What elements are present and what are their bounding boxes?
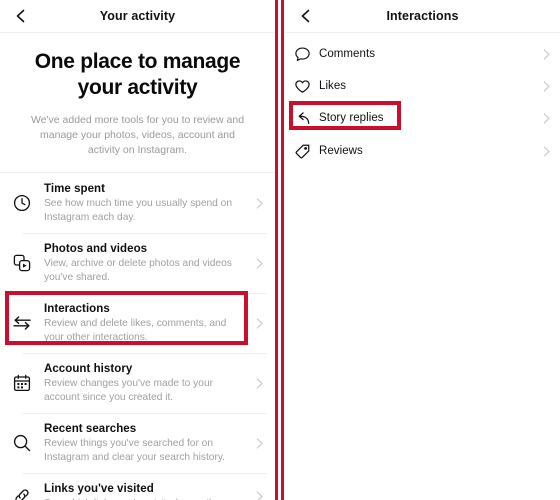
list-item-story-replies[interactable]: Story replies — [285, 101, 560, 133]
chevron-right-icon — [532, 80, 560, 93]
chevron-right-icon — [532, 48, 560, 61]
list-item-label: Story replies — [319, 112, 384, 124]
chevron-right-icon — [253, 437, 275, 450]
row-separator — [22, 293, 267, 294]
list-item-title: Photos and videos — [44, 243, 148, 255]
activity-list: Time spent See how much time you usually… — [0, 173, 275, 500]
link-icon — [0, 486, 44, 500]
chevron-right-icon — [532, 145, 560, 158]
row-text: Photos and videos View, archive or delet… — [44, 242, 253, 284]
list-item-title: Recent searches — [44, 423, 137, 435]
row-separator — [22, 233, 267, 234]
screen-divider — [275, 0, 285, 500]
dual-screen-container: Your activity One place to manage your a… — [0, 0, 560, 500]
row-text: Recent searches Review things you've sea… — [44, 422, 253, 464]
hero-section: One place to manage your activity We've … — [0, 33, 275, 173]
list-item-interactions[interactable]: Interactions Review and delete likes, co… — [0, 291, 275, 353]
divider-bar-right — [281, 0, 284, 500]
list-item-comments[interactable]: Comments — [285, 39, 560, 69]
left-header: Your activity — [0, 0, 275, 33]
list-item-title: Time spent — [44, 183, 105, 195]
list-item-links-youve-visited[interactable]: Links you've visited See which links you… — [0, 473, 275, 500]
chevron-right-icon — [253, 317, 275, 330]
right-header: Interactions — [285, 0, 560, 33]
chevron-left-icon — [13, 8, 29, 24]
right-page-title: Interactions — [386, 9, 459, 23]
photos-videos-icon — [0, 253, 44, 273]
interactions-screen: Interactions Comments Likes Story replie… — [285, 0, 560, 500]
list-item-description: Review things you've searched for on Ins… — [44, 438, 226, 463]
chevron-right-icon — [253, 377, 275, 390]
row-text: Time spent See how much time you usually… — [44, 182, 253, 224]
chevron-right-icon — [253, 490, 275, 500]
comment-bubble-icon — [285, 46, 319, 63]
left-page-title: Your activity — [99, 9, 176, 23]
clock-icon — [0, 193, 44, 213]
chevron-left-icon — [298, 8, 314, 24]
your-activity-screen: Your activity One place to manage your a… — [0, 0, 275, 500]
row-separator — [22, 353, 267, 354]
chevron-right-icon — [532, 112, 560, 125]
reply-arrow-icon — [285, 110, 319, 127]
chevron-right-icon — [253, 257, 275, 270]
hero-title: One place to manage your activity — [34, 50, 241, 99]
interactions-list: Comments Likes Story replies Reviews — [285, 33, 560, 166]
tag-icon — [285, 143, 319, 160]
list-item-likes[interactable]: Likes — [285, 71, 560, 101]
hero-subtitle: We've added more tools for you to review… — [30, 114, 245, 156]
list-item-description: View, archive or delete photos and video… — [44, 258, 232, 283]
interactions-arrows-icon — [0, 313, 44, 333]
row-text: Interactions Review and delete likes, co… — [44, 302, 253, 344]
row-text: Links you've visited See which links you… — [44, 482, 253, 500]
calendar-icon — [0, 373, 44, 393]
list-item-reviews[interactable]: Reviews — [285, 136, 560, 166]
list-item-photos-and-videos[interactable]: Photos and videos View, archive or delet… — [0, 233, 275, 293]
row-separator — [22, 473, 267, 474]
heart-icon — [285, 78, 319, 95]
list-item-label: Comments — [319, 48, 375, 60]
row-separator — [22, 413, 267, 414]
list-item-time-spent[interactable]: Time spent See how much time you usually… — [0, 173, 275, 233]
list-item-description: Review and delete likes, comments, and y… — [44, 318, 227, 343]
list-item-label: Likes — [319, 80, 347, 92]
list-item-title: Interactions — [44, 303, 110, 315]
search-icon — [0, 433, 44, 453]
back-button-right[interactable] — [297, 7, 315, 25]
chevron-right-icon — [253, 197, 275, 210]
divider-bar-left — [275, 0, 278, 500]
row-text: Account history Review changes you've ma… — [44, 362, 253, 404]
list-item-recent-searches[interactable]: Recent searches Review things you've sea… — [0, 413, 275, 473]
list-item-description: See how much time you usually spend on I… — [44, 198, 233, 223]
list-item-label: Reviews — [319, 145, 363, 157]
list-item-account-history[interactable]: Account history Review changes you've ma… — [0, 353, 275, 413]
list-item-title: Account history — [44, 363, 133, 375]
list-item-description: Review changes you've made to your accou… — [44, 378, 213, 403]
list-item-title: Links you've visited — [44, 483, 154, 495]
back-button-left[interactable] — [12, 7, 30, 25]
